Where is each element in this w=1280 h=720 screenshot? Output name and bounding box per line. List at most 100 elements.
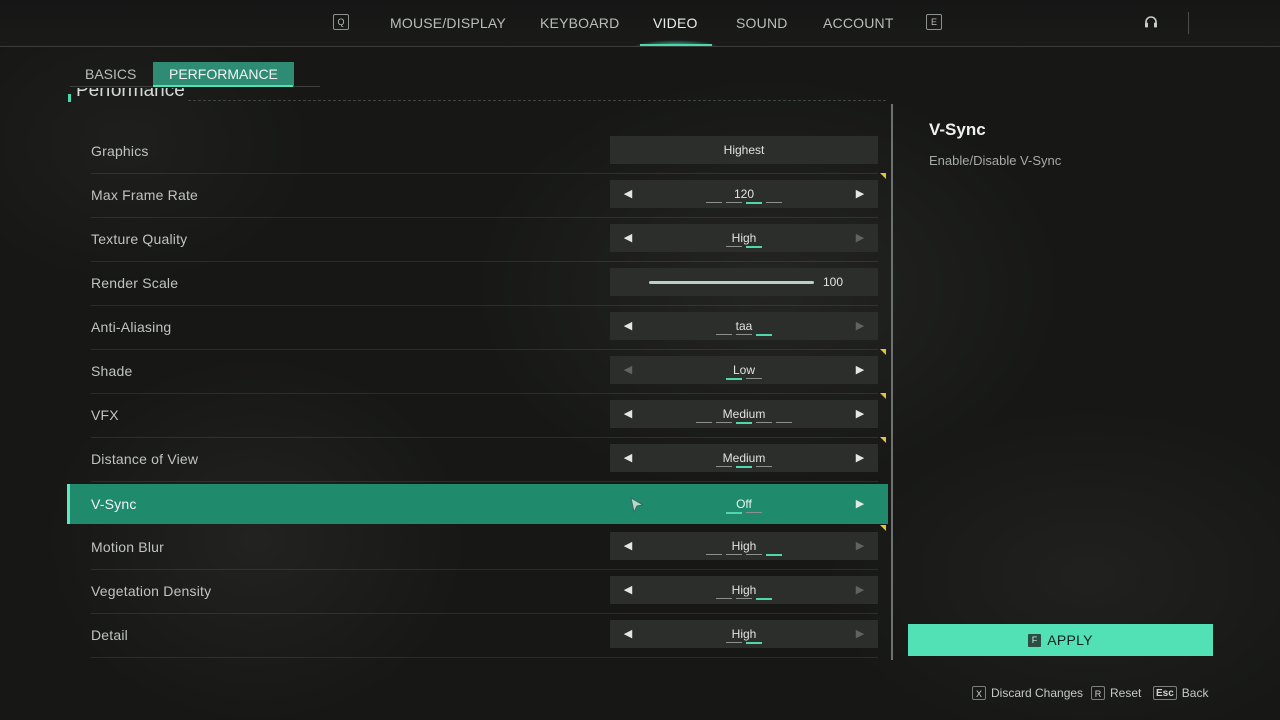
option-dot [706, 202, 722, 203]
option-indicator [610, 642, 878, 644]
setting-control-vfx[interactable]: Medium ◀ ▶ [610, 400, 878, 428]
headset-icon[interactable] [1143, 14, 1159, 30]
setting-row-vfx[interactable]: VFX Medium ◀ ▶ [91, 393, 878, 438]
setting-control-max-frame-rate[interactable]: 120 ◀ ▶ [610, 180, 878, 208]
setting-row-distance-of-view[interactable]: Distance of View Medium ◀ ▶ [91, 437, 878, 482]
discard-changes-button[interactable]: X Discard Changes [972, 686, 1083, 700]
changed-marker-icon [880, 393, 886, 399]
setting-row-render-scale[interactable]: Render Scale 100 [91, 261, 878, 306]
setting-control-texture-quality[interactable]: High ◀ ▶ [610, 224, 878, 252]
tab-account[interactable]: ACCOUNT [823, 15, 894, 31]
tab-sound[interactable]: SOUND [736, 15, 788, 31]
next-tab-key-hint[interactable]: E [926, 14, 942, 30]
setting-label: Graphics [91, 143, 149, 159]
apply-button[interactable]: F APPLY [908, 624, 1213, 656]
tab-video[interactable]: VIDEO [653, 15, 698, 31]
setting-label: Shade [91, 363, 133, 379]
setting-control-v-sync[interactable]: Off ▶ [610, 490, 878, 518]
option-dot [746, 378, 762, 379]
setting-control-detail[interactable]: High ◀ ▶ [610, 620, 878, 648]
active-tab-underline [640, 44, 712, 46]
option-dot [736, 422, 752, 424]
setting-value: High [731, 231, 757, 245]
setting-row-anti-aliasing[interactable]: Anti-Aliasing taa ◀ ▶ [91, 305, 878, 350]
setting-row-max-frame-rate[interactable]: Max Frame Rate 120 ◀ ▶ [91, 173, 878, 218]
option-indicator [610, 466, 878, 468]
discard-label: Discard Changes [991, 686, 1084, 700]
option-indicator [610, 422, 878, 424]
reset-button[interactable]: R Reset [1091, 686, 1141, 700]
option-dot [716, 334, 732, 335]
setting-value: Medium [722, 407, 766, 421]
option-dot [766, 554, 782, 556]
option-indicator [610, 334, 878, 336]
option-dot [736, 334, 752, 335]
option-dot [776, 422, 792, 423]
changed-marker-icon [880, 173, 886, 179]
setting-label: Render Scale [91, 275, 179, 291]
option-dot [726, 202, 742, 203]
option-dot [726, 554, 742, 555]
option-dot [736, 466, 752, 468]
prev-tab-key-hint[interactable]: Q [333, 14, 349, 30]
option-dot [726, 512, 742, 514]
setting-label: Vegetation Density [91, 583, 212, 599]
setting-control-anti-aliasing[interactable]: taa ◀ ▶ [610, 312, 878, 340]
nav-divider [1188, 12, 1189, 34]
changed-marker-icon [880, 349, 886, 355]
settings-scrollbar[interactable] [891, 104, 893, 660]
setting-control-render-scale[interactable]: 100 [610, 268, 878, 296]
setting-value: Highest [723, 143, 765, 157]
setting-value: High [731, 539, 757, 553]
setting-control-motion-blur[interactable]: High ◀ ▶ [610, 532, 878, 560]
option-dot [746, 642, 762, 644]
tab-keyboard[interactable]: KEYBOARD [540, 15, 619, 31]
subtab-performance[interactable]: PERFORMANCE [153, 62, 294, 86]
render-scale-slider[interactable] [649, 281, 814, 284]
setting-control-shade[interactable]: Low ◀ ▶ [610, 356, 878, 384]
option-dot [756, 598, 772, 600]
setting-label: Max Frame Rate [91, 187, 199, 203]
setting-row-vegetation-density[interactable]: Vegetation Density High ◀ ▶ [91, 569, 878, 614]
option-indicator [610, 246, 878, 248]
option-dot [756, 334, 772, 336]
option-indicator [610, 512, 878, 514]
slider-value: 100 [823, 275, 844, 289]
section-dashed-line [188, 100, 886, 101]
setting-label: Distance of View [91, 451, 199, 467]
back-label: Back [1181, 686, 1209, 700]
setting-row-v-sync[interactable]: V-Sync Off ▶ [67, 484, 888, 524]
section-header: Performance [68, 88, 888, 104]
top-nav: Q MOUSE/DISPLAY KEYBOARD VIDEO SOUND ACC… [0, 0, 1280, 47]
setting-value: Off [736, 497, 752, 511]
subtab-basics[interactable]: BASICS [70, 62, 151, 86]
option-dot [756, 422, 772, 423]
subtab-active-underline [153, 85, 293, 87]
back-button[interactable]: Esc Back [1153, 686, 1208, 700]
setting-label: Anti-Aliasing [91, 319, 172, 335]
tab-mouse-display[interactable]: MOUSE/DISPLAY [390, 15, 506, 31]
setting-value: Low [732, 363, 755, 377]
option-dot [716, 598, 732, 599]
back-key-hint: Esc [1153, 686, 1177, 700]
reset-key-hint: R [1091, 686, 1105, 700]
option-indicator [610, 554, 878, 556]
option-indicator [610, 378, 878, 380]
setting-value: High [731, 627, 757, 641]
option-dot [716, 466, 732, 467]
option-dot [726, 246, 742, 247]
setting-row-detail[interactable]: Detail High ◀ ▶ [91, 613, 878, 658]
setting-control-graphics[interactable]: Highest [610, 136, 878, 164]
setting-row-motion-blur[interactable]: Motion Blur High ◀ ▶ [91, 525, 878, 570]
help-description: Enable/Disable V-Sync [929, 153, 1062, 168]
setting-row-graphics[interactable]: Graphics Highest [91, 129, 878, 174]
setting-label: Texture Quality [91, 231, 188, 247]
setting-row-texture-quality[interactable]: Texture Quality High ◀ ▶ [91, 217, 878, 262]
setting-control-vegetation-density[interactable]: High ◀ ▶ [610, 576, 878, 604]
option-indicator [610, 202, 878, 204]
setting-row-shade[interactable]: Shade Low ◀ ▶ [91, 349, 878, 394]
section-title: Performance [76, 88, 185, 101]
option-dot [696, 422, 712, 423]
option-dot [766, 202, 782, 203]
setting-control-distance-of-view[interactable]: Medium ◀ ▶ [610, 444, 878, 472]
